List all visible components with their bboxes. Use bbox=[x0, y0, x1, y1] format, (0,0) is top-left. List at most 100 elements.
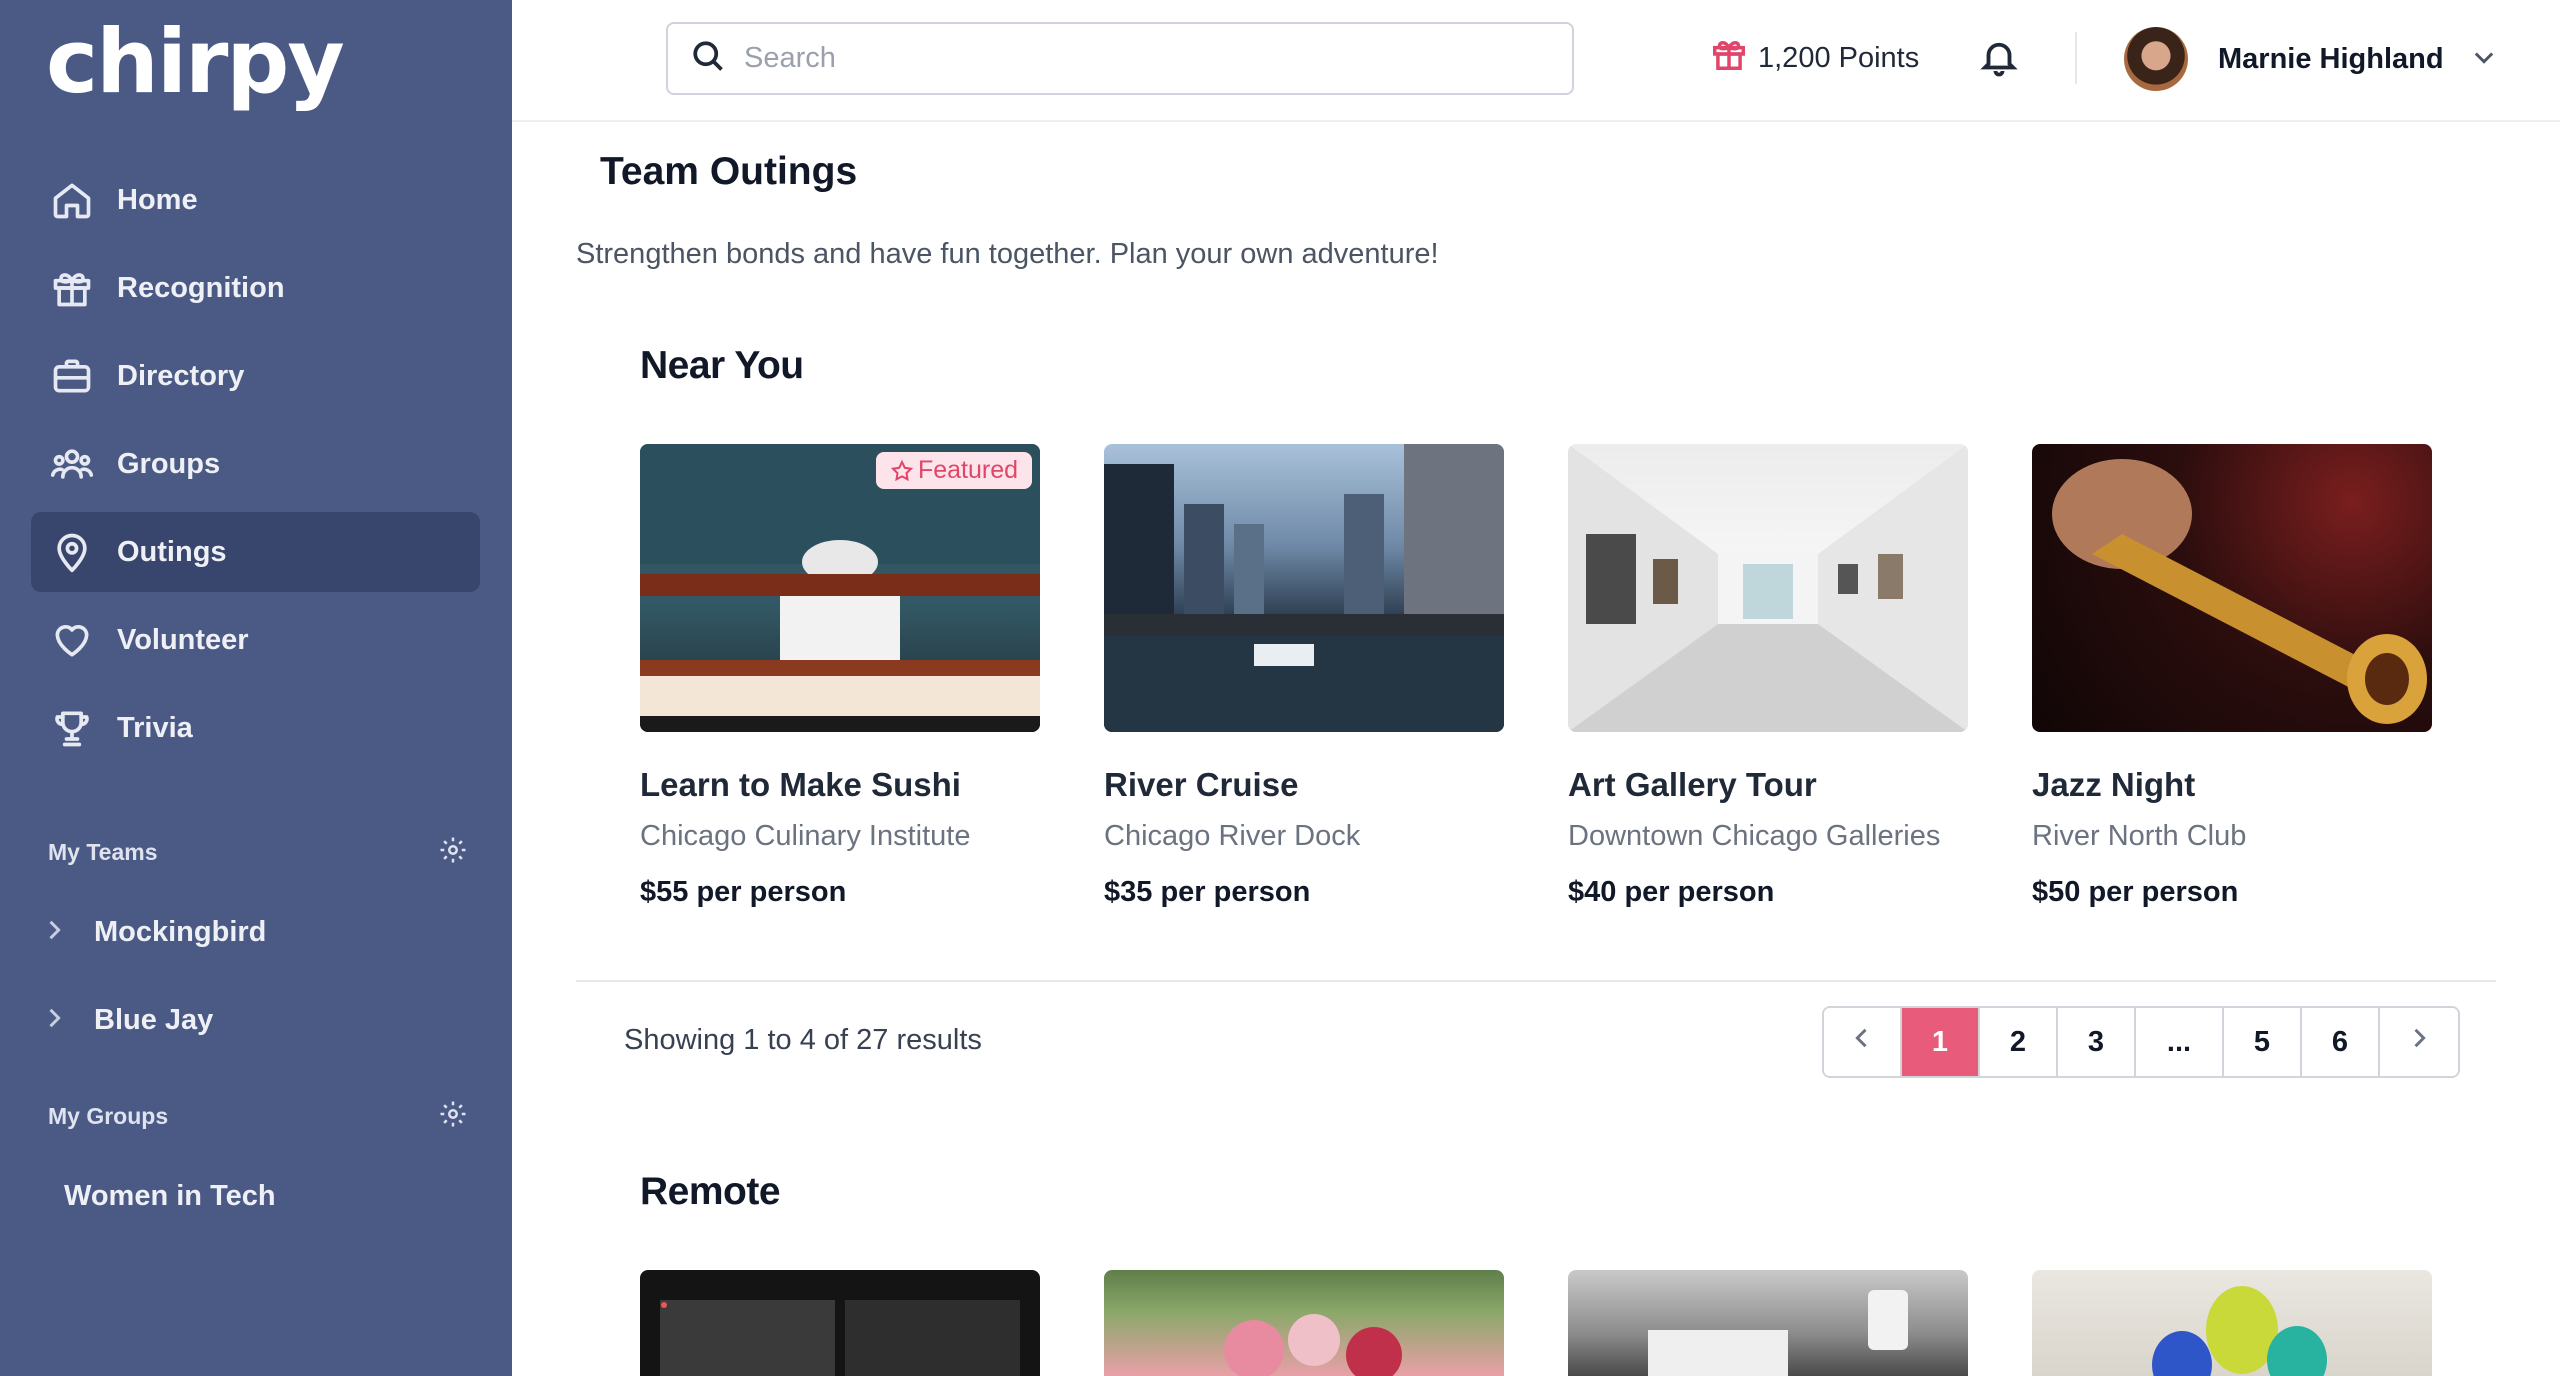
star-icon bbox=[890, 459, 914, 481]
sidebar-item-volunteer[interactable]: Volunteer bbox=[31, 600, 480, 680]
featured-badge-label: Featured bbox=[917, 456, 1018, 484]
my-groups-title: My Groups bbox=[48, 1102, 169, 1129]
next-page-button[interactable] bbox=[2380, 1008, 2458, 1076]
search-input[interactable] bbox=[744, 42, 1544, 75]
sidebar-item-trivia[interactable]: Trivia bbox=[31, 688, 480, 768]
remote-title: Remote bbox=[640, 1170, 781, 1213]
team-label: Blue Jay bbox=[94, 1003, 214, 1036]
map-pin-icon bbox=[49, 529, 95, 575]
sidebar-item-label: Groups bbox=[117, 447, 221, 480]
my-groups-header: My Groups bbox=[48, 1096, 468, 1136]
team-item-blue-jay[interactable]: Blue Jay bbox=[40, 990, 213, 1050]
trophy-icon bbox=[49, 705, 95, 751]
remote-card-3[interactable] bbox=[1568, 1270, 1968, 1376]
sidebar-item-label: Volunteer bbox=[117, 623, 249, 656]
outing-card-sushi[interactable]: Featured Learn to Make Sushi Chicago Cul… bbox=[640, 444, 1040, 908]
card-location: River North Club bbox=[2032, 820, 2247, 852]
card-title: Jazz Night bbox=[2032, 766, 2196, 803]
my-teams-header: My Teams bbox=[48, 832, 468, 872]
page-button-2[interactable]: 2 bbox=[1980, 1008, 2058, 1076]
sidebar: chirpy Home Recognition Directory Groups bbox=[0, 0, 512, 1376]
gear-icon[interactable] bbox=[438, 1099, 468, 1134]
chevron-right-icon bbox=[40, 1004, 68, 1037]
card-title: River Cruise bbox=[1104, 766, 1299, 803]
card-title: Art Gallery Tour bbox=[1568, 766, 1817, 803]
page-button-6[interactable]: 6 bbox=[2302, 1008, 2380, 1076]
sidebar-item-recognition[interactable]: Recognition bbox=[31, 248, 480, 328]
sidebar-item-label: Home bbox=[117, 183, 198, 216]
sidebar-item-label: Recognition bbox=[117, 271, 285, 304]
card-location: Chicago River Dock bbox=[1104, 820, 1361, 852]
section-divider bbox=[576, 980, 2496, 982]
card-price: $40 per person bbox=[1568, 876, 1775, 908]
featured-badge: Featured bbox=[875, 452, 1032, 489]
outing-card-art-gallery[interactable]: Art Gallery Tour Downtown Chicago Galler… bbox=[1568, 444, 1968, 908]
card-price: $35 per person bbox=[1104, 876, 1311, 908]
video-call-image bbox=[640, 1270, 1040, 1376]
remote-card-1[interactable] bbox=[640, 1270, 1040, 1376]
balloons-image bbox=[2032, 1270, 2432, 1376]
gear-icon[interactable] bbox=[438, 835, 468, 870]
gift-icon bbox=[49, 265, 95, 311]
team-label: Mockingbird bbox=[94, 915, 267, 948]
bell-icon bbox=[1978, 42, 2020, 82]
card-title: Learn to Make Sushi bbox=[640, 766, 961, 803]
top-header: 1,200 Points Marnie Highland bbox=[512, 0, 2560, 122]
search-bar[interactable] bbox=[666, 22, 1574, 95]
desk-image bbox=[1568, 1270, 1968, 1376]
jazz-night-image bbox=[2032, 444, 2432, 732]
near-you-title: Near You bbox=[640, 344, 804, 387]
user-menu[interactable]: Marnie Highland bbox=[2124, 26, 2498, 92]
page-button-5[interactable]: 5 bbox=[2224, 1008, 2302, 1076]
art-gallery-image bbox=[1568, 444, 1968, 732]
logo-text: chirpy bbox=[46, 10, 345, 113]
points-label: 1,200 Points bbox=[1758, 41, 1920, 74]
page-title: Team Outings bbox=[600, 150, 858, 193]
points-display[interactable]: 1,200 Points bbox=[1700, 36, 1919, 80]
card-location: Downtown Chicago Galleries bbox=[1568, 820, 1941, 852]
avatar bbox=[2124, 27, 2188, 91]
outing-card-jazz-night[interactable]: Jazz Night River North Club $50 per pers… bbox=[2032, 444, 2432, 908]
sidebar-item-home[interactable]: Home bbox=[31, 160, 480, 240]
heart-icon bbox=[49, 617, 95, 663]
chevron-right-icon bbox=[40, 916, 68, 949]
remote-card-4[interactable] bbox=[2032, 1270, 2432, 1376]
team-item-mockingbird[interactable]: Mockingbird bbox=[40, 902, 266, 962]
chirpy-logo[interactable]: chirpy bbox=[46, 10, 345, 113]
sidebar-item-groups[interactable]: Groups bbox=[31, 424, 480, 504]
sidebar-nav: Home Recognition Directory Groups Outing… bbox=[31, 160, 480, 776]
chevron-left-icon bbox=[1848, 1024, 1876, 1060]
home-icon bbox=[49, 177, 95, 223]
sidebar-item-directory[interactable]: Directory bbox=[31, 336, 480, 416]
sushi-image: Featured bbox=[640, 444, 1040, 732]
page-subtitle: Strengthen bonds and have fun together. … bbox=[576, 238, 1439, 270]
sidebar-item-label: Directory bbox=[117, 359, 245, 392]
chevron-down-icon bbox=[2444, 43, 2498, 76]
card-price: $55 per person bbox=[640, 876, 847, 908]
briefcase-icon bbox=[49, 353, 95, 399]
notification-bell[interactable] bbox=[1978, 36, 2022, 80]
search-icon bbox=[690, 38, 726, 79]
prev-page-button[interactable] bbox=[1824, 1008, 1902, 1076]
sidebar-item-outings[interactable]: Outings bbox=[31, 512, 480, 592]
page-ellipsis: ... bbox=[2136, 1008, 2224, 1076]
river-cruise-image bbox=[1104, 444, 1504, 732]
user-name: Marnie Highland bbox=[2218, 42, 2444, 75]
page-button-3[interactable]: 3 bbox=[2058, 1008, 2136, 1076]
header-divider bbox=[2075, 32, 2077, 84]
sidebar-item-label: Outings bbox=[117, 535, 227, 568]
sidebar-item-label: Trivia bbox=[117, 711, 193, 744]
outing-card-river-cruise[interactable]: River Cruise Chicago River Dock $35 per … bbox=[1104, 444, 1504, 908]
gift-icon bbox=[1710, 35, 1748, 81]
pagination: 1 2 3 ... 5 6 bbox=[1822, 1006, 2460, 1078]
card-price: $50 per person bbox=[2032, 876, 2239, 908]
my-teams-title: My Teams bbox=[48, 838, 158, 865]
flowers-image bbox=[1104, 1270, 1504, 1376]
remote-card-2[interactable] bbox=[1104, 1270, 1504, 1376]
chevron-right-icon bbox=[2405, 1024, 2433, 1060]
page-button-1[interactable]: 1 bbox=[1902, 1008, 1980, 1076]
users-icon bbox=[49, 441, 95, 487]
group-item-women-in-tech[interactable]: Women in Tech bbox=[64, 1166, 276, 1226]
results-summary: Showing 1 to 4 of 27 results bbox=[624, 1024, 982, 1056]
card-location: Chicago Culinary Institute bbox=[640, 820, 971, 852]
